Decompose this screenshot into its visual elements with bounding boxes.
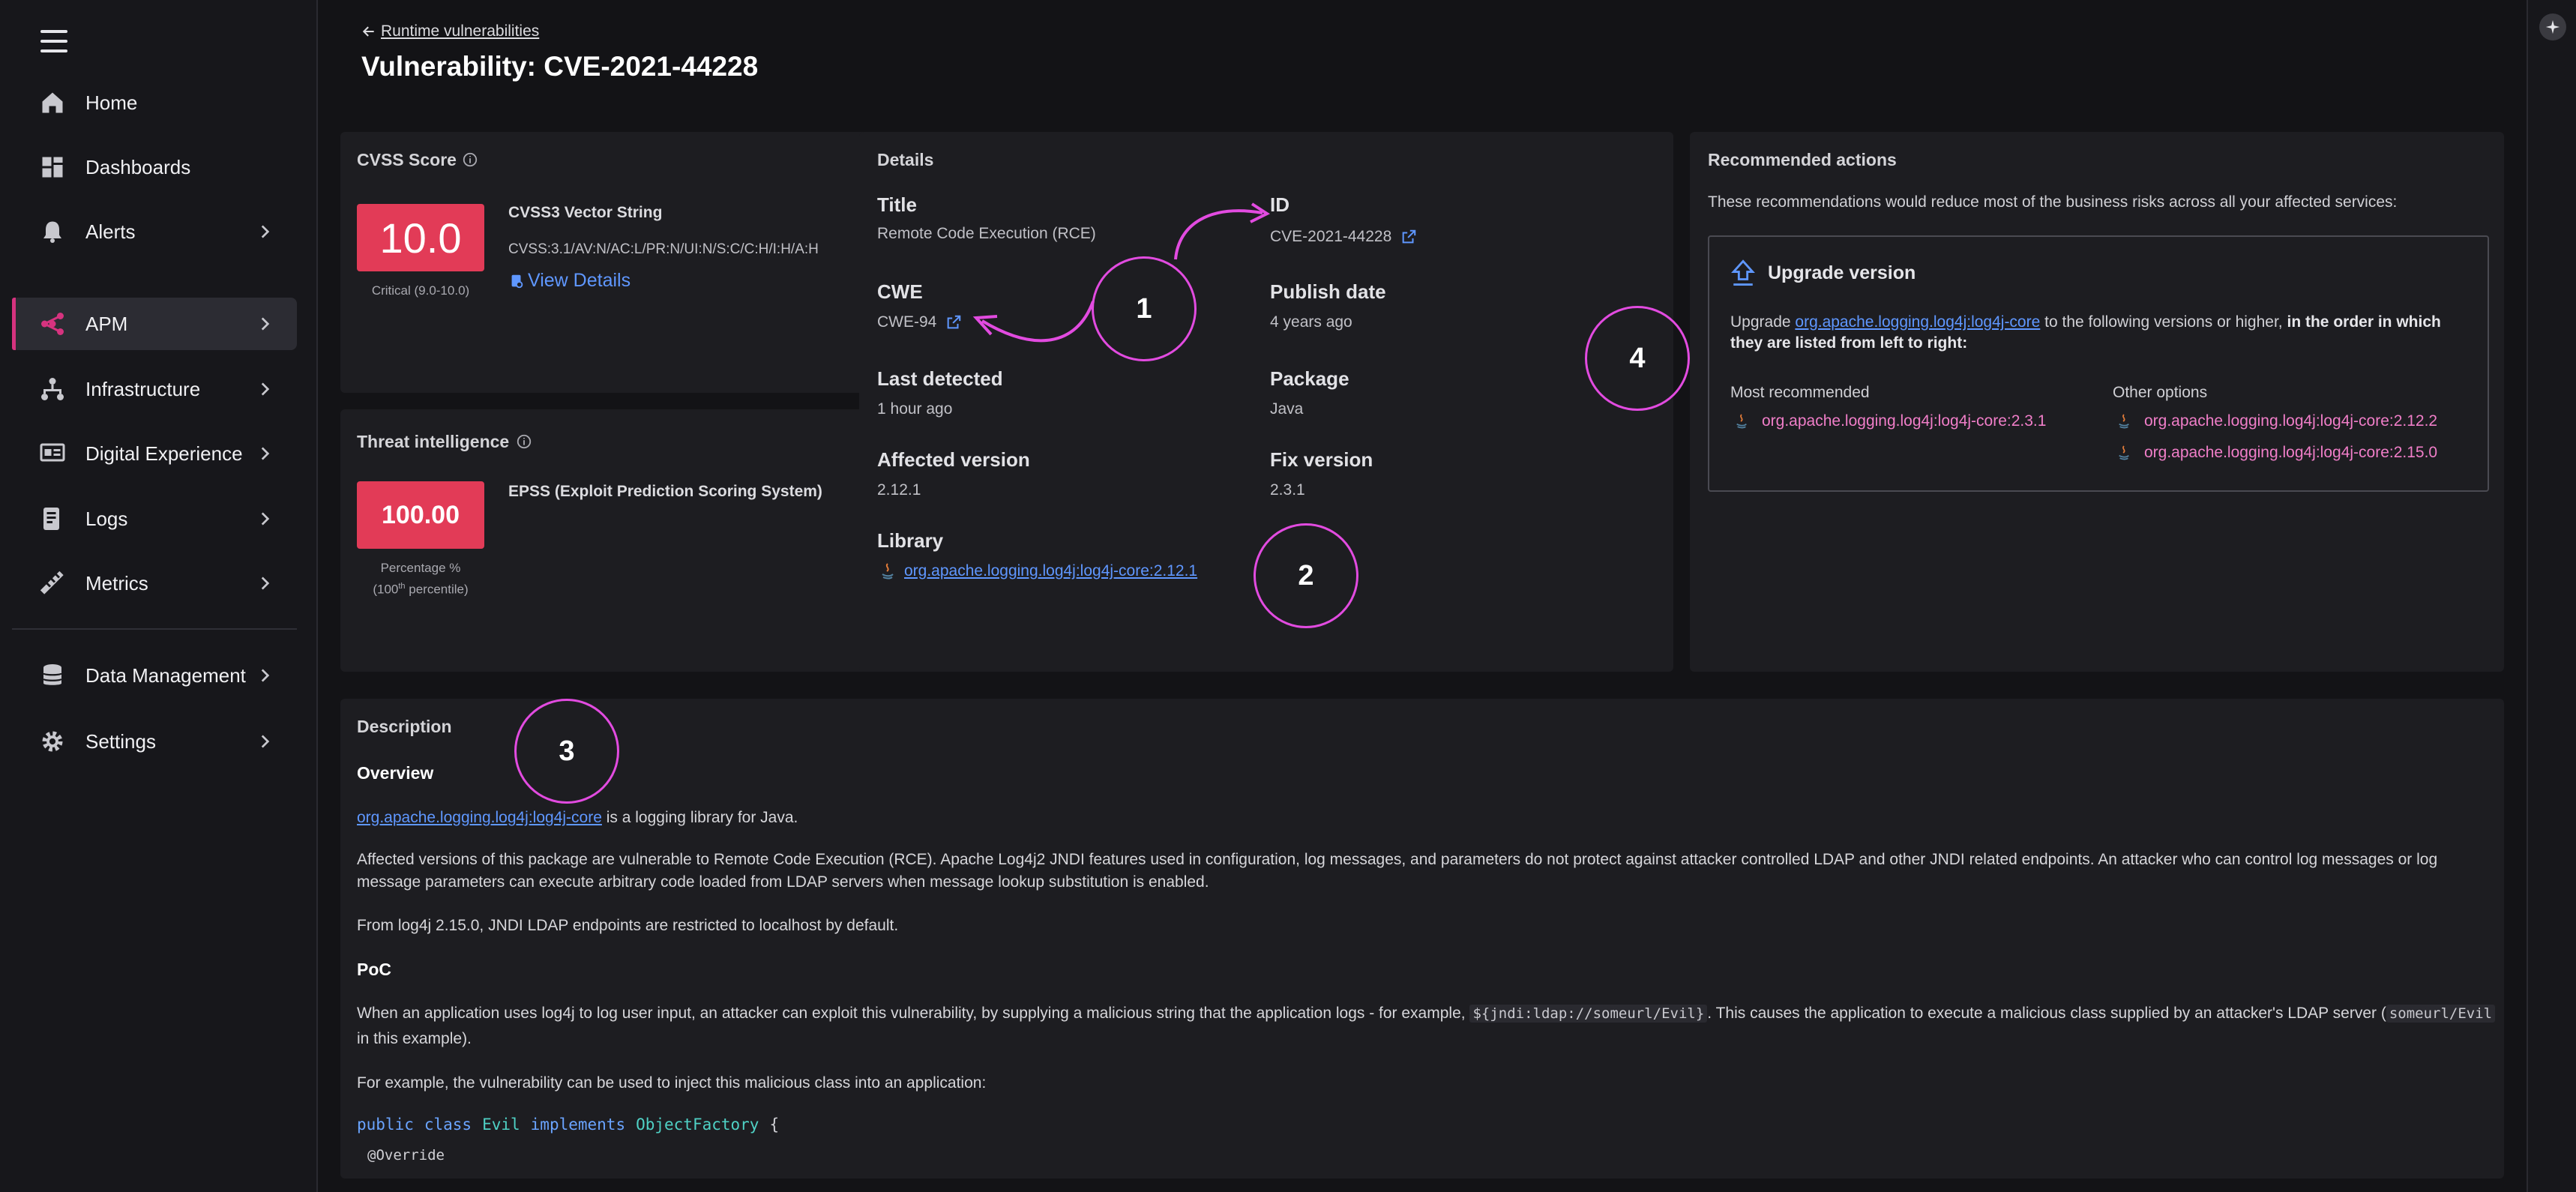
app-root: Home Dashboards Alerts APM Infrastructur… [0, 0, 2576, 1192]
annotation-marker-2: 2 [1254, 523, 1358, 628]
annotation-marker-3: 3 [514, 699, 619, 804]
annotation-marker-1: 1 [1092, 256, 1197, 361]
annotation-marker-4: 4 [1585, 306, 1690, 411]
